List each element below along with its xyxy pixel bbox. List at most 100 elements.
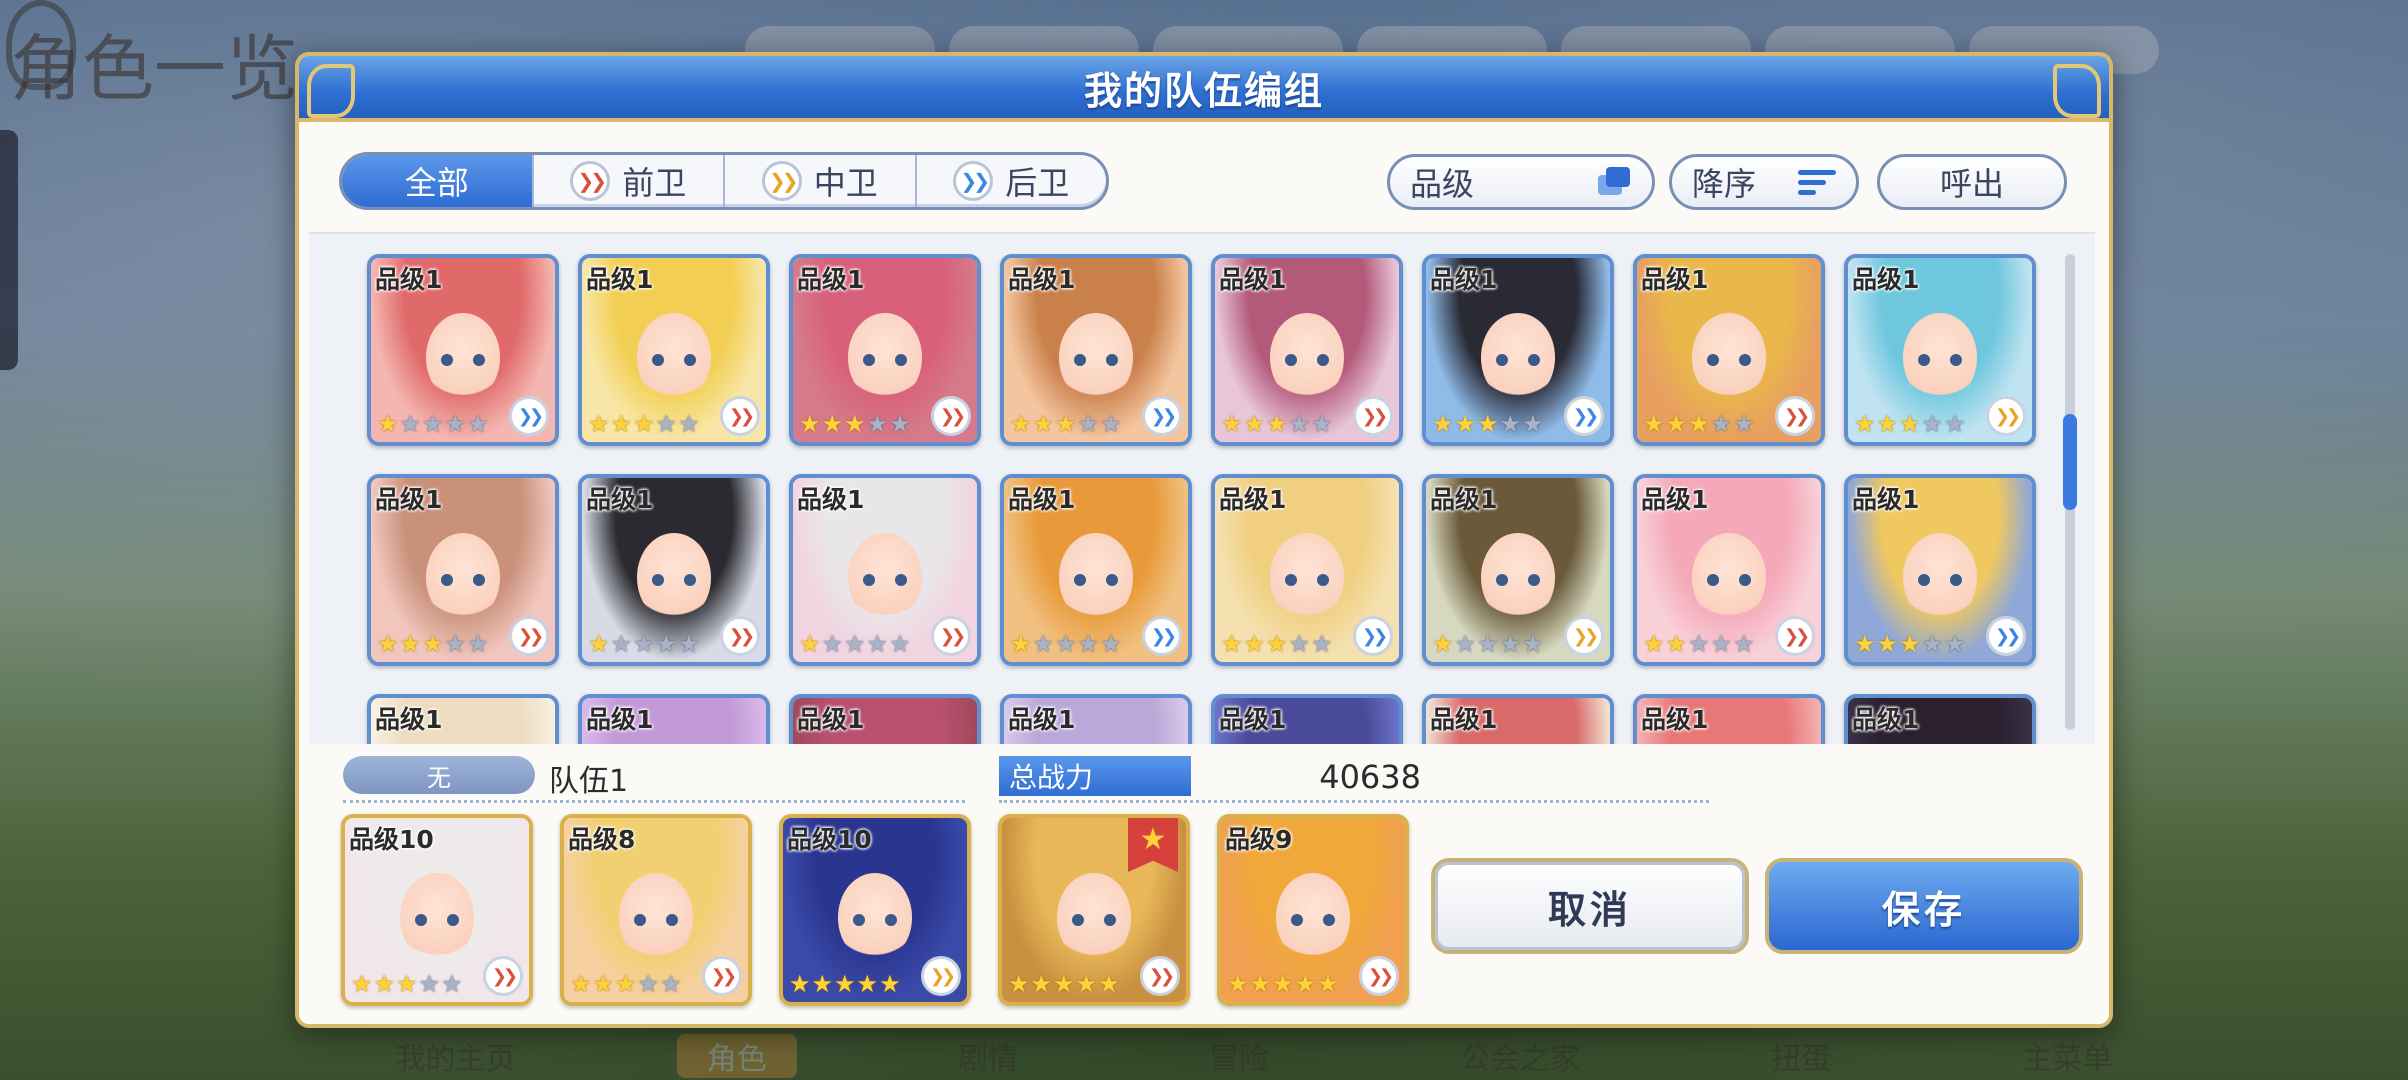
portrait-eyes <box>862 573 908 586</box>
tab-all[interactable]: 全部 <box>342 155 534 207</box>
character-card[interactable]: ★★★★★❯❯品级1 <box>1000 254 1192 446</box>
portrait-eyes <box>651 353 697 366</box>
grade-label: 品级8 <box>568 825 636 854</box>
grade-label: 品级1 <box>1641 265 1709 294</box>
star-icon: ★ <box>889 630 911 658</box>
portrait-eyes <box>633 913 679 926</box>
star-icon: ★ <box>1499 410 1522 438</box>
grade-label: 品级1 <box>1219 485 1287 514</box>
character-card[interactable]: ★★★★★❯❯品级1 <box>789 694 981 744</box>
character-card[interactable]: ★★★★★❯❯品级1 <box>578 254 770 446</box>
star-icon: ★ <box>1710 630 1733 658</box>
front-role-icon: ❯❯ <box>931 616 971 656</box>
star-icon: ★ <box>1477 630 1499 658</box>
star-icon: ★ <box>418 970 441 998</box>
cancel-button[interactable]: 取消 <box>1431 858 1749 954</box>
back-role-icon: ❯❯ <box>1353 616 1393 656</box>
portrait-eyes <box>440 353 486 366</box>
star-icon: ★ <box>1010 630 1032 658</box>
grade-label: 品级1 <box>586 485 654 514</box>
back-role-icon: ❯❯ <box>1142 396 1182 436</box>
star-icon: ★ <box>678 410 700 438</box>
portrait-eyes <box>1284 573 1330 586</box>
star-icon: ★ <box>1921 630 1944 658</box>
star-icon: ★ <box>1643 630 1665 658</box>
grade-label: 品级1 <box>1430 705 1498 734</box>
grade-filter-button[interactable]: 品级 <box>1387 154 1655 210</box>
character-card[interactable]: ★★★★★❯❯品级1 <box>1422 254 1614 446</box>
tab-front[interactable]: ❯❯ 前卫 <box>534 155 725 207</box>
character-card[interactable]: ★★★★★❯❯品级1 <box>578 474 770 666</box>
portrait-eyes <box>1071 913 1117 926</box>
character-card[interactable]: ★★★★★❯❯品级1 <box>789 254 981 446</box>
tab-back[interactable]: ❯❯ 后卫 <box>917 155 1107 207</box>
sort-order-button[interactable]: 降序 <box>1669 154 1859 210</box>
front-role-icon: ❯❯ <box>702 956 742 996</box>
tab-label: 后卫 <box>1005 164 1070 202</box>
character-card[interactable]: ★★★★★❯❯品级1 <box>1844 474 2036 666</box>
character-card[interactable]: ★★★★★❯❯品级1 <box>367 474 559 666</box>
star-icon: ★ <box>1077 630 1100 658</box>
save-button[interactable]: 保存 <box>1765 858 2083 954</box>
call-button-label: 呼出 <box>1939 165 2004 203</box>
grade-label: 品级1 <box>1430 485 1498 514</box>
star-icon: ★ <box>889 410 911 438</box>
team-member-slot[interactable]: 品级10 ★ ★ ★ ★ ★ ❯❯ <box>341 814 533 1006</box>
star-icon: ★ <box>1665 630 1688 658</box>
team-member-slot[interactable]: 品级10 ★ ★ ★ ★ ★ ❯❯ <box>779 814 971 1006</box>
character-card[interactable]: ★★★★★❯❯品级1 <box>789 474 981 666</box>
grade-label: 品级1 <box>1641 485 1709 514</box>
star-icon: ★ <box>799 630 821 658</box>
character-card[interactable]: ★★★★★❯❯品级1 <box>1633 254 1825 446</box>
star-rating: ★ ★ ★ ★ ★ <box>588 632 700 656</box>
layers-icon <box>1598 167 1632 197</box>
team-name-pill[interactable]: 无 <box>343 756 535 794</box>
team-member-slot[interactable]: 品级9 ★ ★ ★ ★ ★ ❯❯ <box>1217 814 1409 1006</box>
tab-label: 中卫 <box>813 164 878 202</box>
tab-mid[interactable]: ❯❯ 中卫 <box>725 155 917 207</box>
star-icon: ★ <box>588 410 610 438</box>
mid-role-icon: ❯❯ <box>1564 616 1604 656</box>
roster-scrollbar[interactable] <box>2063 254 2077 730</box>
star-icon: ★ <box>1454 630 1477 658</box>
front-role-icon: ❯❯ <box>931 396 971 436</box>
character-card[interactable]: ★★★★★❯❯品级1 <box>1633 694 1825 744</box>
star-icon: ★ <box>422 630 444 658</box>
team-member-slot[interactable]: 品级8 ★ ★ ★ ★ ★ ❯❯ <box>560 814 752 1006</box>
grade-label: 品级1 <box>797 485 865 514</box>
grade-label: 品级1 <box>586 265 654 294</box>
character-card[interactable]: ★★★★★❯❯品级1 <box>1422 694 1614 744</box>
character-card[interactable]: ★★★★★❯❯品级1 <box>1844 254 2036 446</box>
character-card[interactable]: ★★★★★❯❯品级1 <box>367 694 559 744</box>
star-icon: ★ <box>396 970 418 998</box>
back-role-icon: ❯❯ <box>1142 616 1182 656</box>
character-card[interactable]: ★★★★★❯❯品级1 <box>1422 474 1614 666</box>
team-member-slot[interactable]: ★ ★ ★ ★ ★ ★ ❯❯ <box>998 814 1190 1006</box>
portrait-eyes <box>1917 353 1963 366</box>
character-card[interactable]: ★★★★★❯❯品级1 <box>1211 254 1403 446</box>
portrait-eyes <box>1495 353 1541 366</box>
grade-label: 品级1 <box>1430 265 1498 294</box>
grade-label: 品级1 <box>1008 705 1076 734</box>
character-card[interactable]: ★★★★★❯❯品级1 <box>1000 694 1192 744</box>
grade-filter-label: 品级 <box>1410 165 1475 203</box>
team-edit-dialog: 我的队伍编组 全部 ❯❯ 前卫 ❯❯ 中卫 ❯❯ 后卫 品级 降序 呼出 ★ ★ ★ ★ ★ ❯❯ 品级… <box>295 52 2113 1028</box>
star-icon: ★ <box>856 970 879 998</box>
character-card[interactable]: ★★★★★❯❯品级1 <box>367 254 559 446</box>
star-icon: ★ <box>1921 410 1944 438</box>
roster-scroll-thumb[interactable] <box>2063 414 2077 510</box>
character-card[interactable]: ★★★★★ ❯❯ 品级1 <box>1211 474 1403 666</box>
star-rating: ★ ★ ★ ★ ★ <box>1854 632 1966 656</box>
character-card[interactable]: ★★★★★❯❯品级1 <box>1844 694 2036 744</box>
star-icon: ★ <box>1688 630 1710 658</box>
character-card[interactable]: ★★★★★❯❯品级1 <box>1000 474 1192 666</box>
character-card[interactable]: ★★★★★❯❯品级1 <box>1633 474 1825 666</box>
star-rating: ★ ★ ★ ★ ★ <box>1221 632 1333 656</box>
call-button[interactable]: 呼出 <box>1877 154 2067 210</box>
dialog-title: 我的队伍编组 <box>1083 68 1324 113</box>
star-icon: ★ <box>1899 630 1921 658</box>
character-card[interactable]: ★★★★★❯❯品级1 <box>578 694 770 744</box>
star-icon: ★ <box>1499 630 1522 658</box>
star-rating: ★ ★ ★ ★ ★ <box>789 972 901 996</box>
character-card[interactable]: ★★★★★❯❯品级1 <box>1211 694 1403 744</box>
